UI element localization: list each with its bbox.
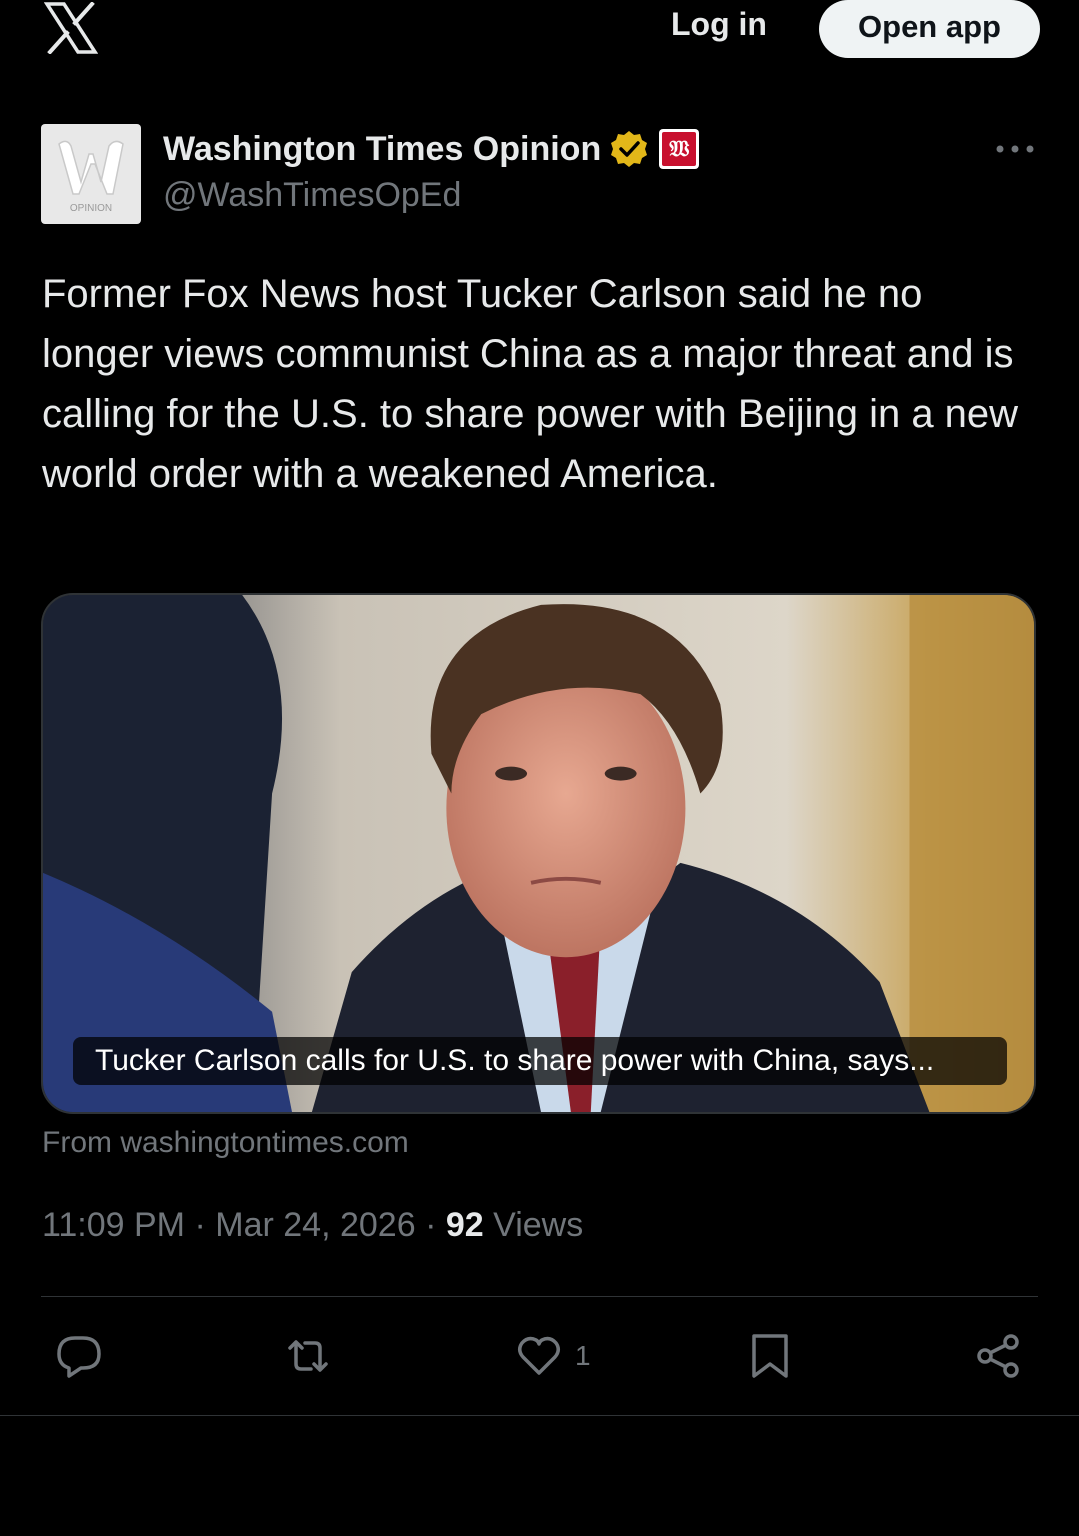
author-name-row: Washington Times Opinion 𝔚 [163,126,700,172]
affiliate-badge[interactable]: 𝔚 [659,129,700,169]
meta-separator: · [194,1206,206,1244]
like-count: 1 [575,1340,591,1371]
heart-icon [518,1336,560,1375]
avatar[interactable]: OPINION [41,124,141,224]
reply-icon [57,1336,101,1378]
repost-button[interactable] [284,1332,332,1380]
bookmark-button[interactable] [746,1332,794,1380]
share-icon [977,1334,1019,1378]
affiliate-badge-logo: 𝔚 [662,132,697,166]
link-preview-card[interactable]: Tucker Carlson calls for U.S. to share p… [41,593,1036,1114]
tweet-metadata: 11:09 PM · Mar 24, 2026 · 92 Views [42,1206,583,1245]
meta-separator: · [425,1206,437,1244]
top-bar: Log in Open app [0,0,1079,80]
divider [41,1296,1038,1297]
views-count: 92 [445,1206,484,1244]
avatar-label: OPINION [70,203,112,214]
tweet-text: Former Fox News host Tucker Carlson said… [42,272,1019,496]
like-button[interactable]: 1 [515,1332,591,1380]
washington-times-logo-icon: OPINION [58,140,124,214]
share-button[interactable] [975,1332,1023,1380]
open-app-button[interactable]: Open app [819,0,1040,58]
card-title-caption: Tucker Carlson calls for U.S. to share p… [73,1037,1007,1085]
x-logo-icon[interactable] [44,2,98,54]
more-options-icon[interactable] [994,136,1036,162]
article-photo [43,595,1034,1112]
author-handle[interactable]: @WashTimesOpEd [163,176,461,215]
repost-icon [288,1340,328,1372]
tweet-time[interactable]: 11:09 PM [42,1206,185,1244]
bookmark-icon [752,1334,788,1378]
views-label: Views [493,1206,584,1244]
reply-button[interactable] [55,1332,103,1380]
verified-badge-icon[interactable] [609,129,649,169]
tweet-date[interactable]: Mar 24, 2026 [215,1206,415,1244]
login-link[interactable]: Log in [671,6,767,43]
display-name[interactable]: Washington Times Opinion [163,130,601,169]
divider [0,1415,1079,1416]
card-source-link[interactable]: From washingtontimes.com [42,1126,409,1160]
